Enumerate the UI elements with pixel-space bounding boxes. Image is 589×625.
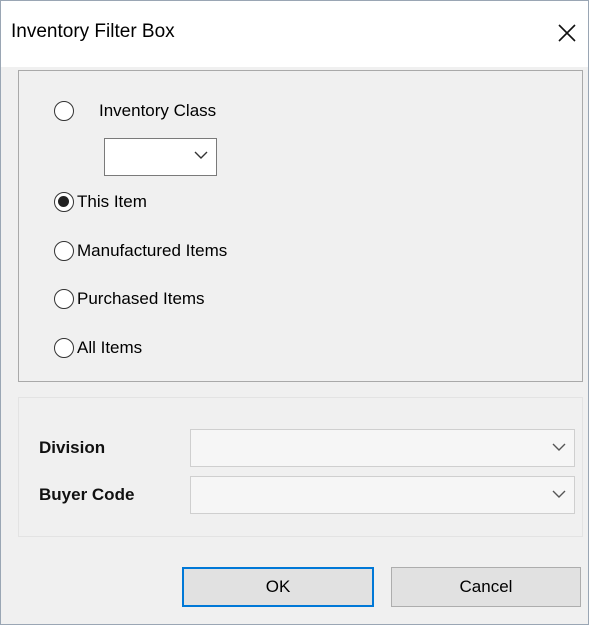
ok-button[interactable]: OK bbox=[182, 567, 374, 607]
radio-button[interactable] bbox=[54, 101, 74, 121]
criteria-group: Division Buyer Code bbox=[18, 397, 583, 537]
radio-button[interactable] bbox=[54, 338, 74, 358]
division-select[interactable] bbox=[190, 429, 575, 467]
inventory-class-select[interactable] bbox=[104, 138, 217, 176]
radio-button[interactable] bbox=[54, 289, 74, 309]
dialog-window: Inventory Filter Box Inventory Class Thi… bbox=[0, 0, 589, 625]
radio-label: This Item bbox=[77, 192, 147, 211]
radio-label: Purchased Items bbox=[77, 289, 205, 308]
close-button[interactable] bbox=[547, 13, 587, 53]
chevron-down-icon bbox=[552, 443, 566, 451]
title-bar: Inventory Filter Box bbox=[1, 1, 588, 67]
buyer-code-select[interactable] bbox=[190, 476, 575, 514]
dialog-title: Inventory Filter Box bbox=[11, 21, 175, 42]
filter-options-group: Inventory Class This Item Manufactured I… bbox=[18, 70, 583, 382]
chevron-down-icon bbox=[194, 151, 208, 159]
close-icon bbox=[558, 24, 576, 42]
division-label: Division bbox=[39, 438, 106, 457]
radio-button-selected[interactable] bbox=[54, 192, 74, 212]
radio-label: All Items bbox=[77, 338, 143, 357]
radio-inventory-class[interactable]: Inventory Class bbox=[54, 101, 216, 121]
radio-label: Inventory Class bbox=[99, 101, 217, 120]
radio-purchased-items[interactable]: Purchased Items bbox=[54, 289, 205, 309]
radio-label: Manufactured Items bbox=[77, 241, 228, 260]
cancel-button[interactable]: Cancel bbox=[391, 567, 581, 607]
radio-button[interactable] bbox=[54, 241, 74, 261]
radio-all-items[interactable]: All Items bbox=[54, 338, 142, 358]
chevron-down-icon bbox=[552, 490, 566, 498]
radio-manufactured-items[interactable]: Manufactured Items bbox=[54, 241, 227, 261]
radio-this-item[interactable]: This Item bbox=[54, 192, 147, 212]
buyer-code-label: Buyer Code bbox=[39, 485, 135, 504]
